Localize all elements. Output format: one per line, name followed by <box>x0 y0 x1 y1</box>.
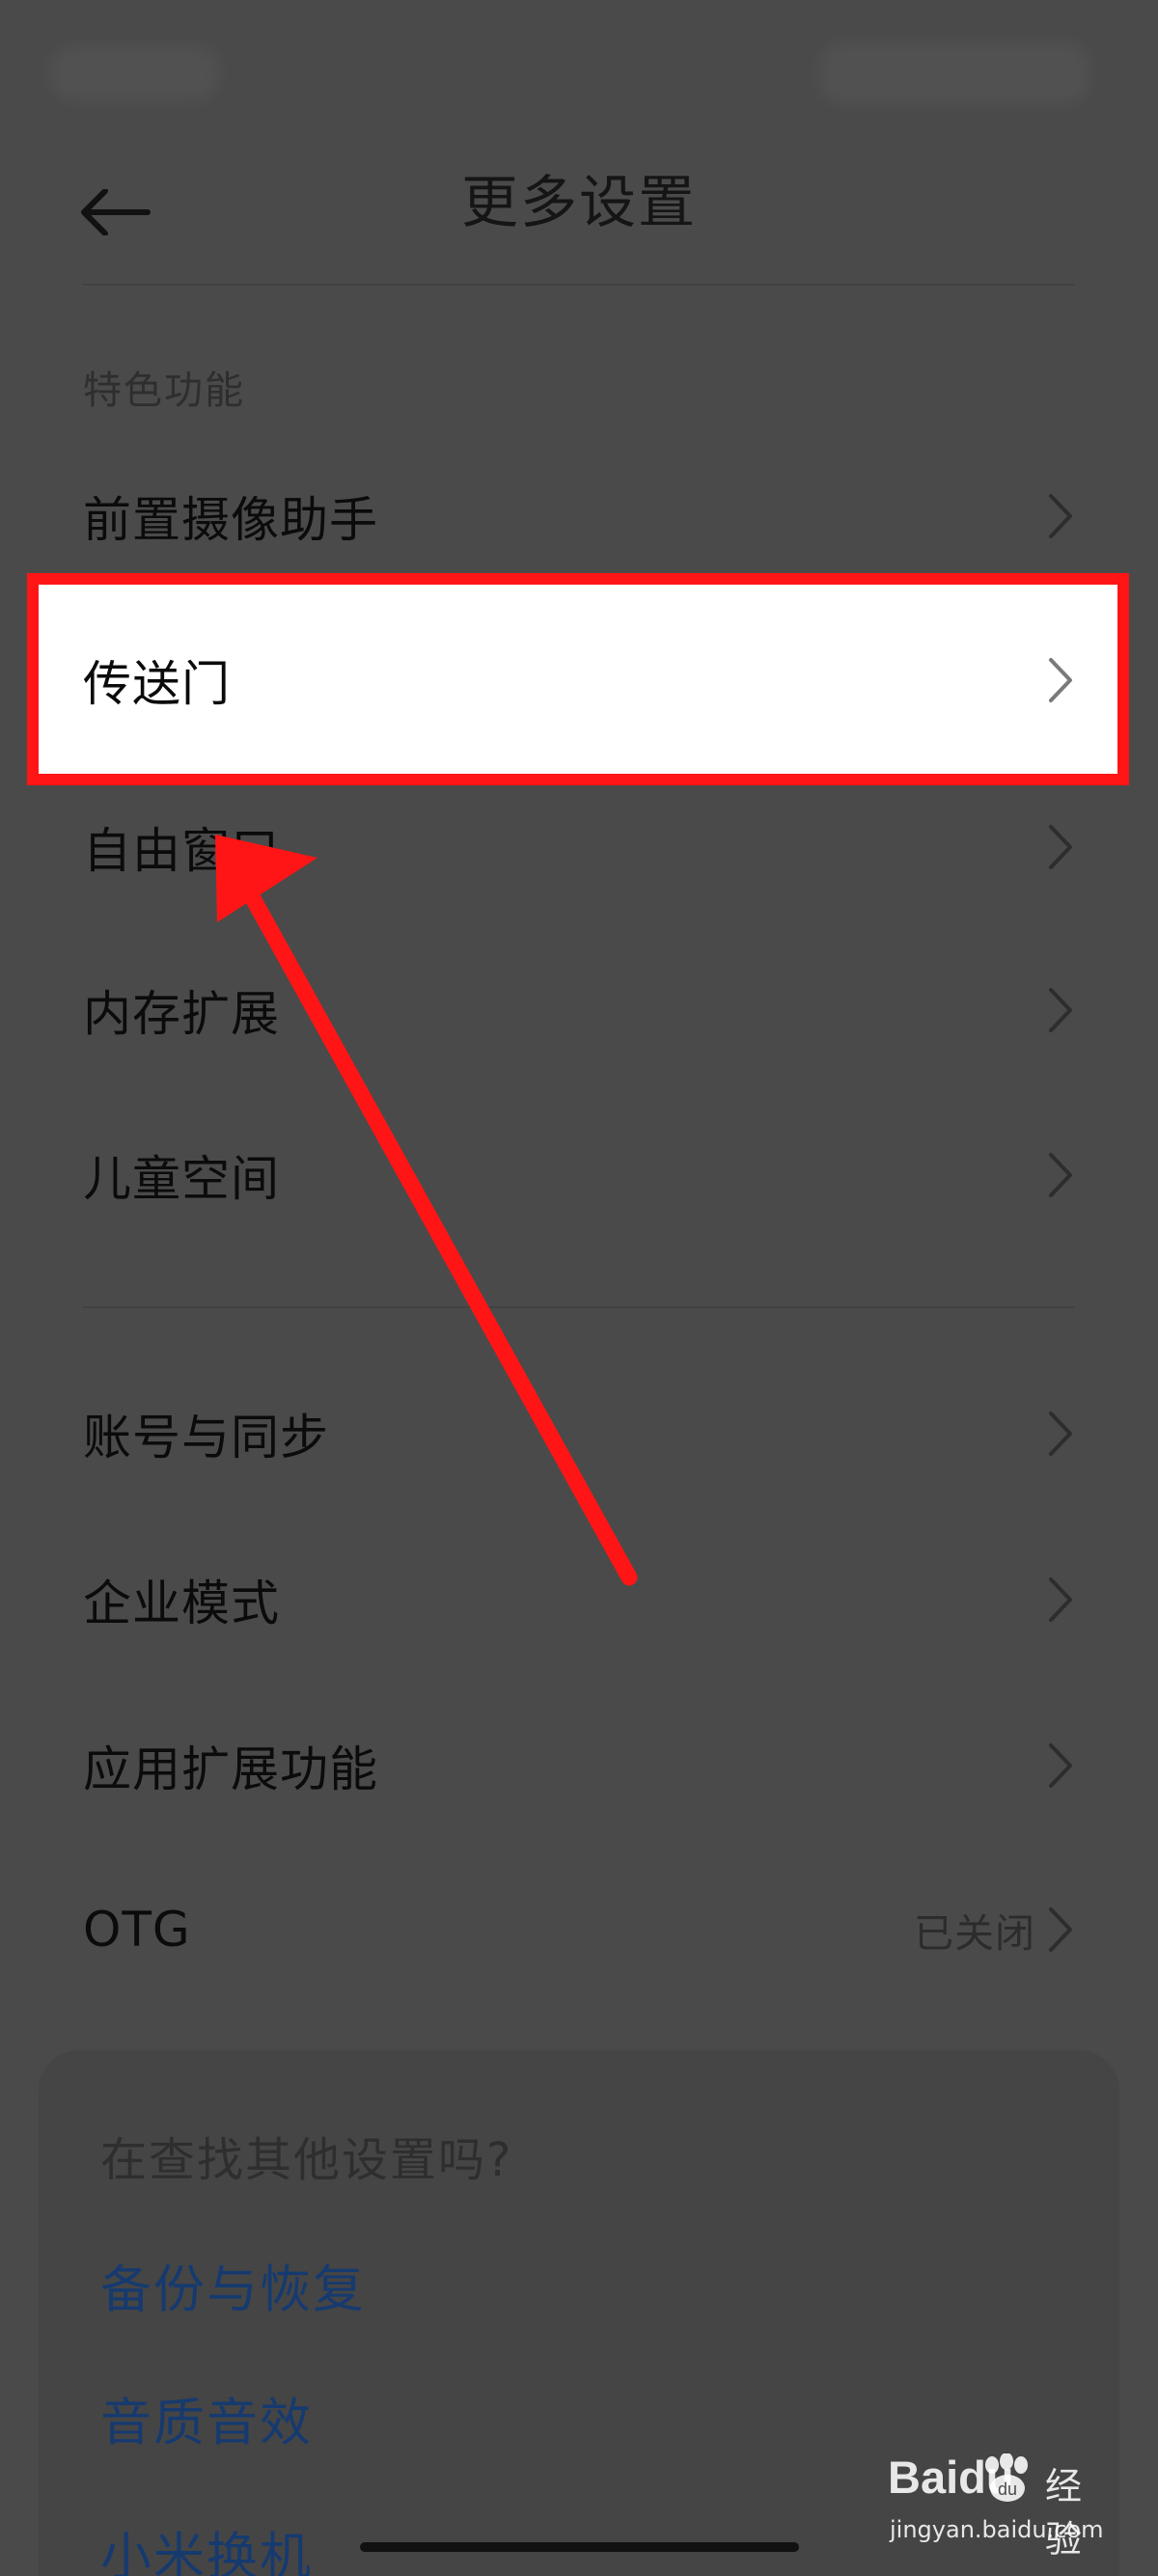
settings-row-label: OTG <box>83 1902 191 1958</box>
baidu-jingyan-watermark: Baidu du 经验 jingyan.baidu.com <box>888 2451 1104 2561</box>
baidu-paw-icon: du <box>985 2453 1028 2502</box>
settings-row-label: 应用扩展功能 <box>83 1741 378 1797</box>
settings-row-label: 内存扩展 <box>83 986 280 1042</box>
blurred-status-left <box>50 46 219 100</box>
backup-restore-link[interactable]: 备份与恢复 <box>100 2249 366 2322</box>
mi-mover-link[interactable]: 小米换机 <box>100 2516 313 2576</box>
settings-row-label: 自由窗口 <box>83 823 280 879</box>
watermark-url: jingyan.baidu.com <box>890 2516 1104 2543</box>
settings-row-otg[interactable]: OTG 已关闭 <box>0 1848 1158 2012</box>
settings-row-label: 前置摄像助手 <box>83 492 378 548</box>
settings-row-label: 儿童空间 <box>83 1151 280 1207</box>
chevron-right-icon <box>1049 494 1072 538</box>
chevron-right-icon <box>1049 658 1072 702</box>
settings-row-label: 账号与同步 <box>83 1410 329 1466</box>
blurred-status-right <box>820 42 1089 104</box>
chevron-right-icon <box>1049 1153 1072 1197</box>
chevron-right-icon <box>1049 1907 1072 1952</box>
section-title: 特色功能 <box>83 369 245 413</box>
otg-status: 已关闭 <box>914 1910 1035 1957</box>
settings-row-label: 企业模式 <box>83 1576 280 1631</box>
settings-row-portal[interactable]: 传送门 <box>0 598 1158 762</box>
status-bar <box>0 0 1158 145</box>
header: 更多设置 <box>0 145 1158 289</box>
back-button[interactable] <box>71 172 158 253</box>
settings-row-free-window[interactable]: 自由窗口 <box>0 765 1158 929</box>
settings-row-memory-extension[interactable]: 内存扩展 <box>0 928 1158 1092</box>
more-settings-screen: 更多设置 特色功能 前置摄像助手 传送门 自由窗口 内存扩展 儿童空间 账号与同… <box>0 0 1158 2576</box>
svg-text:du: du <box>998 2480 1017 2499</box>
chevron-right-icon <box>1049 1743 1072 1788</box>
sound-effects-link[interactable]: 音质音效 <box>100 2382 313 2455</box>
header-divider <box>83 284 1075 286</box>
watermark-brand-suffix: 经验 <box>1045 2465 1083 2561</box>
back-arrow-icon <box>81 189 151 235</box>
settings-row-kids-space[interactable]: 儿童空间 <box>0 1093 1158 1257</box>
settings-row-account-sync[interactable]: 账号与同步 <box>0 1352 1158 1516</box>
chevron-right-icon <box>1049 1411 1072 1456</box>
chevron-right-icon <box>1049 988 1072 1032</box>
chevron-right-icon <box>1049 1577 1072 1622</box>
home-indicator[interactable] <box>360 2542 799 2552</box>
chevron-right-icon <box>1049 825 1072 869</box>
page-title: 更多设置 <box>460 169 697 235</box>
section-divider <box>83 1306 1075 1308</box>
settings-row-enterprise-mode[interactable]: 企业模式 <box>0 1518 1158 1682</box>
other-settings-title: 在查找其他设置吗? <box>100 2133 513 2187</box>
settings-row-label: 传送门 <box>83 656 231 712</box>
settings-row-app-extension[interactable]: 应用扩展功能 <box>0 1684 1158 1848</box>
